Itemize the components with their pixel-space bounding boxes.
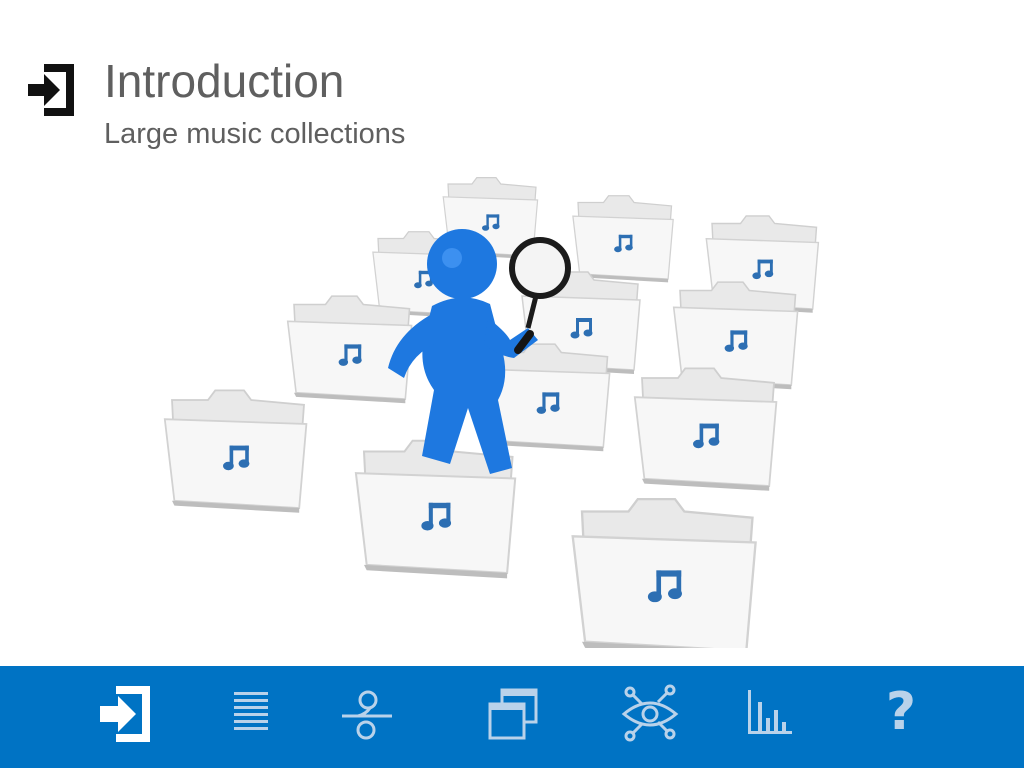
nav-list-button[interactable]	[220, 684, 280, 744]
bottom-nav-bar: ?	[0, 666, 1024, 768]
music-folder	[571, 497, 757, 648]
sign-in-icon	[100, 686, 150, 742]
split-circles-icon	[342, 690, 392, 740]
help-icon[interactable]: ?	[876, 680, 926, 744]
page-title: Introduction	[104, 55, 345, 107]
nav-windows-button[interactable]	[484, 684, 544, 744]
music-folder	[572, 195, 674, 284]
nav-chart-button[interactable]	[742, 684, 802, 744]
slide: Introduction Large music collections ?	[0, 0, 1024, 768]
nav-introduction-button[interactable]	[96, 684, 156, 744]
eye-network-icon	[621, 684, 679, 742]
music-folder	[633, 367, 778, 492]
nav-split-button[interactable]	[336, 684, 396, 744]
nav-analysis-button[interactable]	[620, 684, 680, 744]
stacked-windows-icon	[488, 688, 538, 740]
music-folder	[286, 295, 413, 404]
page-subtitle: Large music collections	[104, 118, 406, 150]
bar-chart-icon	[748, 690, 792, 734]
list-lines-icon	[234, 692, 268, 730]
music-folder	[163, 389, 308, 514]
music-folders-illustration	[163, 177, 820, 648]
sign-in-icon	[26, 60, 78, 120]
